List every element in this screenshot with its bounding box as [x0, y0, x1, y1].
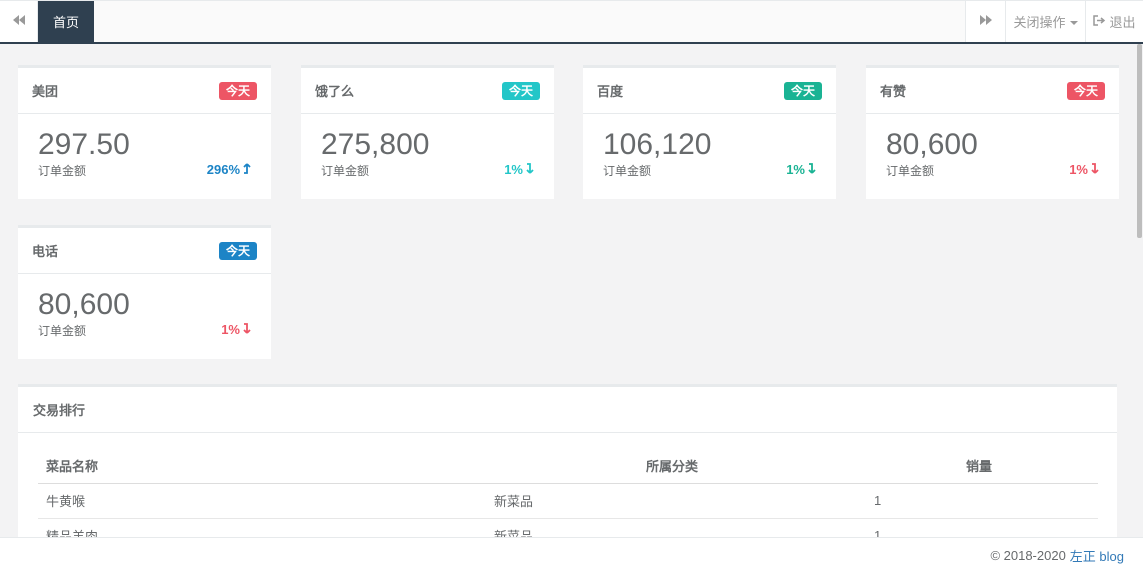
forward-icon — [979, 15, 992, 28]
stat-card-phone: 电话 今天 80,600 订单金额 1% — [18, 225, 271, 359]
today-badge: 今天 — [501, 81, 540, 100]
card-header: 饿了么 今天 — [301, 68, 554, 114]
sign-out-icon — [1093, 14, 1106, 29]
order-amount-label: 订单金额 — [886, 164, 935, 178]
card-title: 有赞 — [880, 84, 907, 99]
percent-change: 1% — [786, 162, 816, 177]
percent-change: 1% — [1069, 162, 1099, 177]
column-header-sales: 销量 — [866, 449, 1098, 484]
stat-card-meituan: 美团 今天 297.50 订单金额 296% — [18, 65, 271, 199]
copyright-text: © 2018-2020 — [990, 547, 1066, 563]
close-operations-label: 关闭操作 — [1013, 15, 1066, 30]
sales-cell: 1 — [866, 483, 1098, 519]
arrow-down-icon — [243, 322, 251, 337]
panel-title: 交易排行 — [33, 403, 86, 418]
today-badge: 今天 — [218, 81, 257, 100]
arrow-down-icon — [808, 162, 816, 177]
table-header-row: 菜品名称 所属分类 销量 — [38, 449, 1098, 484]
arrow-down-icon — [526, 162, 534, 177]
stat-card-baidu: 百度 今天 106,120 订单金额 1% — [583, 65, 836, 199]
order-amount-label: 订单金额 — [603, 164, 652, 178]
arrow-down-icon — [1091, 162, 1099, 177]
percent-value: 1% — [786, 162, 805, 177]
stat-card-eleme: 饿了么 今天 275,800 订单金额 1% — [301, 65, 554, 199]
close-operations-dropdown[interactable]: 关闭操作 — [1005, 1, 1085, 42]
trade-ranking-panel: 交易排行 菜品名称 所属分类 销量 牛黄喉 新菜品 1 精品羊肉 新菜品 1 — [18, 384, 1117, 554]
order-amount-value: 275,800 — [321, 128, 430, 161]
scrollbar-thumb[interactable] — [1137, 44, 1142, 238]
column-header-category: 所属分类 — [486, 449, 866, 484]
tab-home[interactable]: 首页 — [38, 1, 94, 42]
percent-value: 1% — [504, 162, 523, 177]
card-header: 电话 今天 — [18, 228, 271, 274]
order-amount-value: 106,120 — [603, 128, 712, 161]
order-amount-value: 80,600 — [886, 128, 978, 161]
percent-value: 1% — [1069, 162, 1088, 177]
logout-label: 退出 — [1109, 15, 1136, 30]
panel-header: 交易排行 — [18, 387, 1117, 433]
card-header: 有赞 今天 — [866, 68, 1119, 114]
percent-value: 296% — [206, 162, 240, 177]
column-header-dish-name: 菜品名称 — [38, 449, 486, 484]
percent-value: 1% — [221, 322, 240, 337]
percent-change: 1% — [221, 322, 251, 337]
card-header: 美团 今天 — [18, 68, 271, 114]
page-footer: © 2018-2020 左正 blog — [0, 537, 1143, 572]
order-amount-label: 订单金额 — [38, 324, 87, 338]
card-header: 百度 今天 — [583, 68, 836, 114]
caret-down-icon — [1069, 20, 1078, 25]
card-title: 饿了么 — [315, 84, 355, 99]
card-title: 电话 — [32, 244, 59, 259]
table-row: 牛黄喉 新菜品 1 — [38, 483, 1098, 519]
order-amount-label: 订单金额 — [321, 164, 370, 178]
today-badge: 今天 — [218, 241, 257, 260]
percent-change: 1% — [504, 162, 534, 177]
scroll-tabs-left-button[interactable] — [0, 1, 38, 42]
blog-link[interactable]: 左正 blog — [1070, 546, 1124, 565]
scroll-tabs-right-button[interactable] — [965, 1, 1005, 42]
page-scrollbar[interactable] — [1136, 44, 1143, 537]
stat-card-youzan: 有赞 今天 80,600 订单金额 1% — [866, 65, 1119, 199]
arrow-up-icon — [243, 162, 251, 177]
dish-name-cell: 牛黄喉 — [38, 483, 486, 519]
order-amount-value: 80,600 — [38, 288, 130, 321]
order-amount-value: 297.50 — [38, 128, 130, 161]
today-badge: 今天 — [783, 81, 822, 100]
percent-change: 296% — [207, 162, 251, 177]
card-title: 百度 — [597, 84, 624, 99]
backward-icon — [12, 15, 25, 28]
category-cell: 新菜品 — [486, 483, 866, 519]
today-badge: 今天 — [1066, 81, 1105, 100]
tab-bar: 首页 关闭操作 退出 — [0, 0, 1143, 44]
logout-button[interactable]: 退出 — [1085, 1, 1143, 42]
card-title: 美团 — [32, 84, 59, 99]
